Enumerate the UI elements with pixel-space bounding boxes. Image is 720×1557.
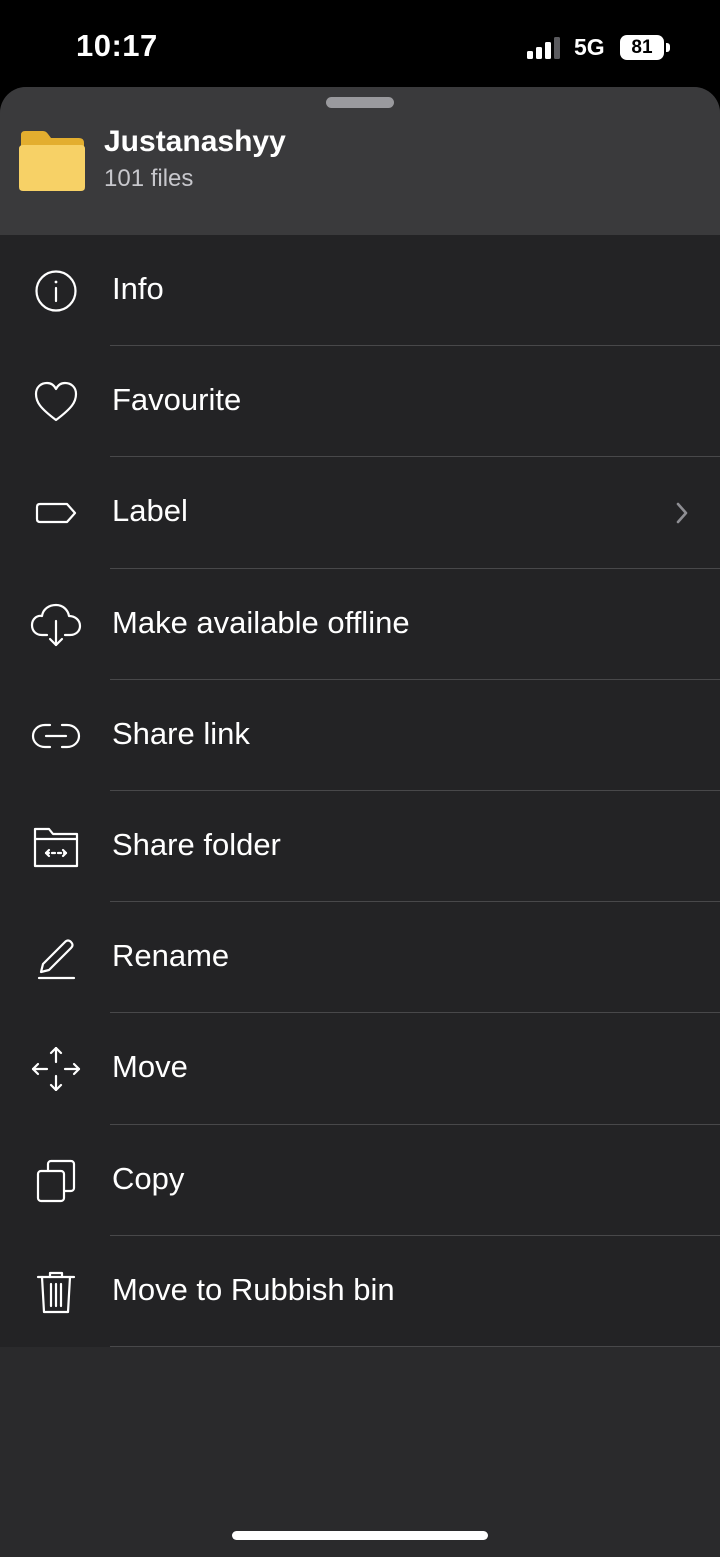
share-folder-icon	[33, 827, 79, 868]
menu-item-label: Favourite	[112, 382, 242, 418]
action-menu: Info Favourite Label Make available offl…	[0, 235, 720, 1348]
sheet-header: Justanashyy 101 files	[0, 87, 720, 235]
menu-item-label: Info	[112, 271, 164, 306]
status-time: 10:17	[76, 28, 158, 63]
menu-item-make-offline[interactable]: Make available offline	[0, 569, 720, 680]
network-type: 5G	[574, 34, 605, 60]
status-bar: 10:17 5G 81	[0, 0, 720, 88]
battery-level: 81	[620, 35, 664, 60]
heart-icon	[34, 382, 78, 422]
label-tag-icon	[35, 503, 77, 524]
screen: 10:17 5G 81 Justanashyy 101 files Info F…	[0, 0, 720, 1557]
menu-item-label: Move	[112, 1049, 188, 1085]
menu-item-label: Rename	[112, 938, 230, 974]
chevron-right-icon	[676, 503, 688, 524]
info-icon	[35, 270, 77, 312]
menu-item-rename[interactable]: Rename	[0, 902, 720, 1014]
copy-icon	[36, 1159, 76, 1202]
trash-icon	[36, 1271, 76, 1313]
menu-item-move-to-rubbish-bin[interactable]: Move to Rubbish bin	[0, 1236, 720, 1348]
folder-name: Justanashyy	[104, 125, 286, 158]
action-sheet: Justanashyy 101 files Info Favourite Lab…	[0, 87, 720, 1557]
move-arrows-icon	[31, 1047, 81, 1092]
link-icon	[31, 723, 81, 748]
menu-item-label-tag[interactable]: Label	[0, 457, 720, 569]
battery-icon: 81	[620, 35, 672, 60]
menu-item-share-link[interactable]: Share link	[0, 680, 720, 792]
menu-item-label: Copy	[112, 1160, 185, 1196]
menu-item-share-folder[interactable]: Share folder	[0, 791, 720, 903]
sheet-grabber[interactable]	[326, 97, 394, 108]
menu-item-copy[interactable]: Copy	[0, 1125, 720, 1236]
pencil-icon	[37, 939, 76, 980]
cellular-signal-icon	[527, 37, 560, 59]
menu-item-label: Share link	[112, 715, 250, 751]
home-indicator	[232, 1531, 488, 1540]
menu-item-info[interactable]: Info	[0, 235, 720, 347]
folder-icon	[19, 131, 85, 191]
folder-file-count: 101 files	[104, 165, 194, 192]
menu-item-label: Label	[112, 493, 188, 529]
battery-tip	[666, 43, 670, 52]
menu-item-label: Move to Rubbish bin	[112, 1271, 395, 1307]
cloud-download-icon	[30, 603, 82, 646]
menu-item-favourite[interactable]: Favourite	[0, 346, 720, 458]
menu-item-move[interactable]: Move	[0, 1013, 720, 1125]
menu-item-label: Make available offline	[112, 604, 410, 640]
menu-item-label: Share folder	[112, 826, 281, 862]
